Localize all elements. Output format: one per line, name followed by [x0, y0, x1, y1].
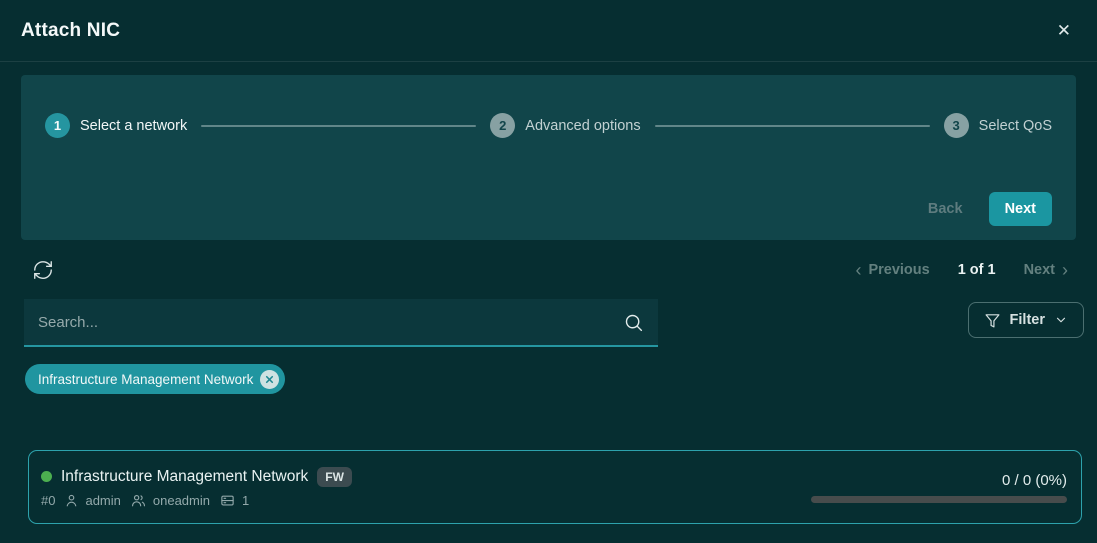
network-card-title-row: Infrastructure Management Network FW [41, 467, 352, 487]
step-advanced-options[interactable]: 2 Advanced options [490, 113, 640, 138]
network-state-icon [41, 471, 52, 482]
back-button[interactable]: Back [916, 193, 975, 225]
step-3-label: Select QoS [979, 118, 1052, 134]
chip-delete-button[interactable] [260, 370, 279, 389]
stepper-actions: Back Next [45, 192, 1052, 226]
step-1-label: Select a network [80, 118, 187, 134]
step-connector [201, 125, 476, 127]
search-row: Filter [24, 299, 1084, 347]
network-clusters-label: 1 [242, 493, 249, 508]
refresh-button[interactable] [32, 259, 54, 281]
step-1-circle: 1 [45, 113, 70, 138]
chip-close-icon [264, 374, 275, 385]
network-card[interactable]: Infrastructure Management Network FW #0 … [28, 450, 1082, 524]
network-owner: admin [64, 493, 120, 508]
leases-text: 0 / 0 (0%) [1002, 472, 1067, 489]
users-group-icon [130, 493, 147, 508]
search-field [24, 299, 658, 347]
chevron-right-icon: › [1062, 261, 1068, 279]
network-id: #0 [41, 493, 55, 508]
step-2-circle: 2 [490, 113, 515, 138]
filter-funnel-icon [984, 312, 1001, 329]
network-clusters: 1 [219, 493, 249, 508]
step-2-label: Advanced options [525, 118, 640, 134]
step-3-circle: 3 [944, 113, 969, 138]
page-status: 1 of 1 [958, 262, 996, 278]
active-filters: Infrastructure Management Network [25, 364, 1072, 394]
pagination: ‹ Previous 1 of 1 Next › [855, 261, 1068, 279]
modal-title: Attach NIC [21, 20, 120, 42]
network-name: Infrastructure Management Network [61, 468, 308, 486]
network-card-info: Infrastructure Management Network FW #0 … [41, 467, 352, 508]
close-icon: ✕ [1057, 21, 1071, 40]
chevron-down-icon [1054, 313, 1068, 327]
network-group-label: oneadmin [153, 493, 210, 508]
next-button[interactable]: Next [989, 192, 1052, 226]
search-input[interactable] [24, 299, 658, 347]
stepper: 1 Select a network 2 Advanced options 3 … [45, 113, 1052, 138]
filter-button[interactable]: Filter [968, 302, 1084, 338]
user-icon [64, 493, 79, 508]
network-card-meta-row: #0 admin [41, 493, 352, 508]
firewall-badge: FW [317, 467, 352, 487]
next-page-label: Next [1024, 262, 1055, 278]
previous-page-label: Previous [868, 262, 929, 278]
close-button[interactable]: ✕ [1053, 18, 1075, 43]
modal-header: Attach NIC ✕ [0, 0, 1097, 62]
leases-progress-bar [811, 496, 1067, 503]
chevron-left-icon: ‹ [855, 261, 861, 279]
network-owner-label: admin [85, 493, 120, 508]
refresh-icon [32, 259, 54, 281]
previous-page-button[interactable]: ‹ Previous [855, 261, 929, 279]
stepper-panel: 1 Select a network 2 Advanced options 3 … [21, 75, 1076, 240]
step-connector [655, 125, 930, 127]
filter-chip[interactable]: Infrastructure Management Network [25, 364, 285, 394]
filter-label: Filter [1010, 312, 1045, 328]
next-page-button[interactable]: Next › [1024, 261, 1068, 279]
filter-chip-label: Infrastructure Management Network [38, 372, 253, 387]
server-icon [219, 493, 236, 508]
step-select-network[interactable]: 1 Select a network [45, 113, 187, 138]
network-group: oneadmin [130, 493, 210, 508]
network-card-usage: 0 / 0 (0%) [811, 472, 1067, 503]
step-select-qos[interactable]: 3 Select QoS [944, 113, 1052, 138]
toolbar-row: ‹ Previous 1 of 1 Next › [32, 252, 1068, 288]
